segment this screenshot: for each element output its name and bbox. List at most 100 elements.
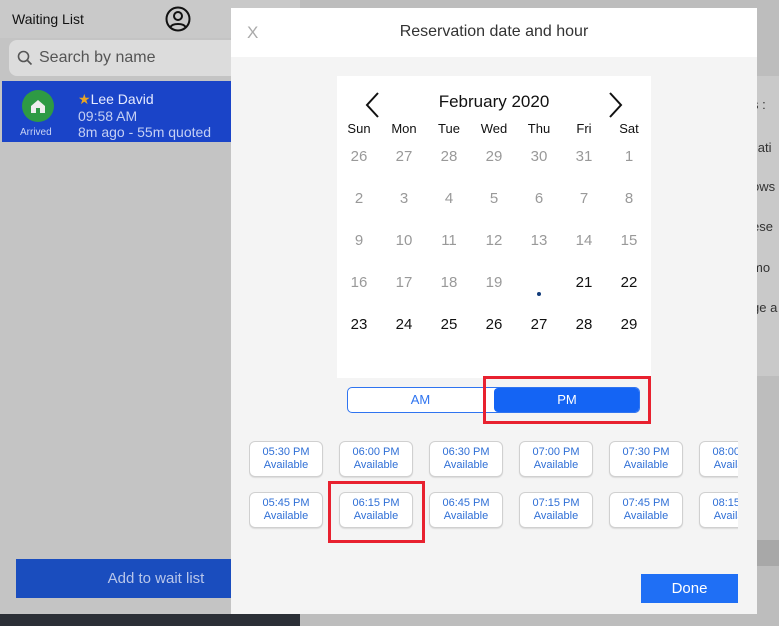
calendar-day[interactable]: 27 — [384, 144, 424, 170]
day-number: 6 — [534, 190, 544, 207]
chevron-right-icon[interactable] — [605, 90, 625, 120]
day-number: 17 — [395, 274, 413, 291]
weekday-label: Tue — [438, 121, 460, 136]
slot-status: Available — [353, 459, 399, 471]
modal-title: Reservation date and hour — [399, 23, 589, 40]
slot-time: 06:45 PM — [442, 497, 490, 509]
time-slot[interactable]: 07:15 PM Available — [519, 492, 593, 528]
calendar-day[interactable]: 23 — [339, 312, 379, 338]
calendar-day[interactable]: 7 — [564, 186, 604, 212]
status-label: Arrived — [20, 127, 52, 138]
day-number: 19 — [485, 274, 503, 291]
slot-time: 05:30 PM — [262, 446, 310, 458]
time-slot[interactable]: 05:30 PM Available — [249, 441, 323, 477]
weekday-label: Mon — [391, 121, 417, 136]
calendar-day[interactable]: 18 — [429, 270, 469, 296]
slot-time: 07:00 PM — [532, 446, 580, 458]
calendar-day[interactable]: 29 — [609, 312, 649, 338]
time-slot[interactable]: 07:30 PM Available — [609, 441, 683, 477]
weekday-label: Sun — [347, 121, 371, 136]
day-number: 29 — [485, 148, 503, 165]
search-placeholder: Search by name — [39, 49, 156, 66]
calendar-day[interactable]: 24 — [384, 312, 424, 338]
day-number: 9 — [354, 232, 364, 249]
day-number: 31 — [575, 148, 593, 165]
slot-status: Available — [443, 459, 489, 471]
calendar-day[interactable]: 15 — [609, 228, 649, 254]
slot-status: Available — [623, 459, 669, 471]
weekday-label: Sat — [619, 121, 639, 136]
time-slot[interactable]: 07:00 PM Available — [519, 441, 593, 477]
time-slot[interactable]: 08:00 PMAvailable — [699, 441, 738, 477]
time-slot[interactable]: 05:45 PM Available — [249, 492, 323, 528]
search-icon — [17, 50, 33, 66]
slot-status: Available — [533, 510, 579, 522]
pm-highlight — [483, 376, 651, 424]
day-number: 25 — [440, 316, 458, 333]
day-number: 21 — [575, 274, 593, 291]
star-icon: ★ — [78, 91, 91, 107]
day-number: 2 — [354, 190, 364, 207]
slot-highlight — [328, 481, 425, 543]
calendar-day[interactable]: 28 — [429, 144, 469, 170]
calendar-day[interactable]: 13 — [519, 228, 559, 254]
calendar-day[interactable]: 8 — [609, 186, 649, 212]
day-number: 16 — [350, 274, 368, 291]
calendar-day[interactable]: 9 — [339, 228, 379, 254]
calendar-day[interactable]: 16 — [339, 270, 379, 296]
day-number: 11 — [441, 232, 457, 249]
calendar-day[interactable]: 20 — [519, 270, 559, 296]
calendar-day[interactable]: 3 — [384, 186, 424, 212]
calendar-day[interactable]: 29 — [474, 144, 514, 170]
calendar-day[interactable]: 30 — [519, 144, 559, 170]
calendar-day[interactable]: 31 — [564, 144, 604, 170]
day-number: 22 — [620, 274, 638, 291]
calendar-day[interactable]: 14 — [564, 228, 604, 254]
day-number: 1 — [624, 148, 634, 165]
day-number: 13 — [530, 232, 548, 249]
modal-header: X Reservation date and hour — [231, 8, 757, 57]
calendar-day[interactable]: 6 — [519, 186, 559, 212]
calendar-day[interactable]: 10 — [384, 228, 424, 254]
calendar-day[interactable]: 21 — [564, 270, 604, 296]
calendar-day[interactable]: 1 — [609, 144, 649, 170]
calendar-day[interactable]: 4 — [429, 186, 469, 212]
calendar-day[interactable]: 26 — [474, 312, 514, 338]
day-number: 27 — [395, 148, 413, 165]
time-slot[interactable]: 06:00 PM Available — [339, 441, 413, 477]
slot-time: 07:45 PM — [622, 497, 670, 509]
slot-status: Available — [713, 459, 738, 471]
calendar-day[interactable]: 2 — [339, 186, 379, 212]
day-number: 8 — [624, 190, 634, 207]
time-slot[interactable]: 08:15 PMAvailable — [699, 492, 738, 528]
slot-status: Available — [713, 510, 738, 522]
waiting-list-title: Waiting List — [12, 11, 84, 27]
calendar-day[interactable]: 17 — [384, 270, 424, 296]
day-number: 18 — [440, 274, 458, 291]
time-slot[interactable]: 07:45 PM Available — [609, 492, 683, 528]
slot-time: 06:00 PM — [352, 446, 400, 458]
slot-status: Available — [443, 510, 489, 522]
calendar-day[interactable]: 28 — [564, 312, 604, 338]
calendar-day[interactable]: 12 — [474, 228, 514, 254]
calendar-day[interactable]: 25 — [429, 312, 469, 338]
reservation-modal: X Reservation date and hour February 202… — [231, 8, 757, 614]
user-icon[interactable] — [165, 6, 191, 32]
calendar-day[interactable]: 27 — [519, 312, 559, 338]
day-number: 24 — [395, 316, 413, 333]
time-slot[interactable]: 06:45 PM Available — [429, 492, 503, 528]
day-number: 30 — [530, 148, 548, 165]
time-slot[interactable]: 06:30 PM Available — [429, 441, 503, 477]
done-button[interactable]: Done — [641, 574, 738, 603]
day-number: 15 — [620, 232, 638, 249]
slot-status: Available — [623, 510, 669, 522]
am-button[interactable]: AM — [348, 388, 493, 412]
calendar-day[interactable]: 11 — [429, 228, 469, 254]
day-number: 14 — [575, 232, 593, 249]
calendar-day[interactable]: 22 — [609, 270, 649, 296]
calendar-day[interactable]: 5 — [474, 186, 514, 212]
arrival-time: 09:58 AM — [78, 108, 138, 124]
calendar-day[interactable]: 26 — [339, 144, 379, 170]
day-number: 27 — [530, 316, 548, 333]
calendar-day[interactable]: 19 — [474, 270, 514, 296]
